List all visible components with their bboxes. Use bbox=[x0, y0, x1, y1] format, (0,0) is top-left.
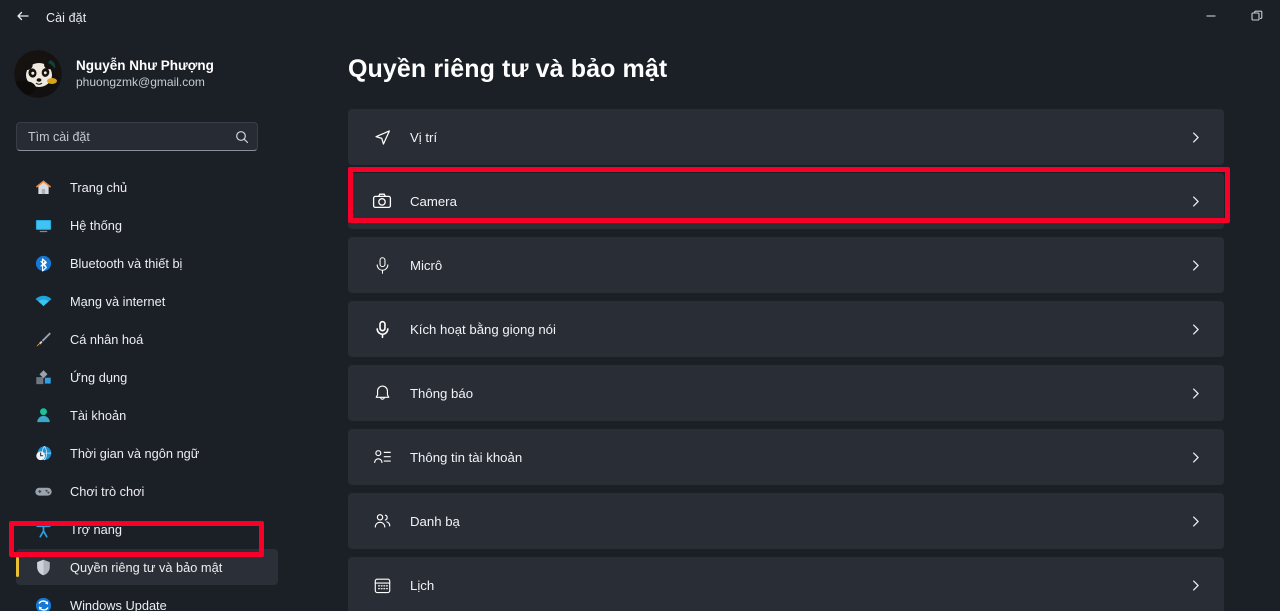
sidebar-item-label: Cá nhân hoá bbox=[70, 331, 144, 347]
settings-row-label: Thông báo bbox=[410, 385, 474, 401]
sidebar-item-ung-dung[interactable]: Ứng dụng bbox=[16, 359, 278, 395]
sidebar-item-label: Thời gian và ngôn ngữ bbox=[70, 445, 200, 461]
search-box[interactable] bbox=[16, 122, 258, 151]
person-icon bbox=[32, 404, 54, 426]
sidebar-item-quyen-rieng-tu-va-bao-mat[interactable]: Quyền riêng tư và bảo mật bbox=[16, 549, 278, 585]
settings-row-thong-tin-tai-khoan[interactable]: Thông tin tài khoản bbox=[348, 429, 1224, 485]
calendar-icon bbox=[370, 573, 394, 597]
main-content: Quyền riêng tư và bảo mật Vị trí Camera … bbox=[294, 36, 1280, 611]
sidebar-nav: Trang chủ Hệ thống Bluetooth và thiết bị… bbox=[0, 169, 294, 611]
location-arrow-icon bbox=[370, 125, 394, 149]
sidebar-item-label: Windows Update bbox=[70, 597, 167, 611]
sidebar-item-windows-update[interactable]: Windows Update bbox=[16, 587, 278, 611]
sidebar-item-tai-khoan[interactable]: Tài khoản bbox=[16, 397, 278, 433]
chevron-right-icon[interactable] bbox=[1189, 195, 1202, 208]
chevron-right-icon[interactable] bbox=[1189, 131, 1202, 144]
sidebar-item-ca-nhan-hoa[interactable]: Cá nhân hoá bbox=[16, 321, 278, 357]
search-input[interactable] bbox=[28, 129, 235, 144]
bluetooth-icon bbox=[32, 252, 54, 274]
shield-icon bbox=[32, 556, 54, 578]
paintbrush-icon bbox=[32, 328, 54, 350]
accessibility-icon bbox=[32, 518, 54, 540]
account-card[interactable]: Nguyễn Như Phượng phuongzmk@gmail.com bbox=[14, 46, 294, 102]
gamepad-icon bbox=[32, 480, 54, 502]
settings-row-label: Camera bbox=[410, 193, 457, 209]
account-info-icon bbox=[370, 445, 394, 469]
home-icon bbox=[32, 176, 54, 198]
settings-window: Cài đặt Nguyễn Như Phượng phuongzmk@gmai… bbox=[0, 0, 1280, 611]
settings-row-label: Lịch bbox=[410, 577, 435, 593]
account-email: phuongzmk@gmail.com bbox=[76, 75, 205, 90]
update-icon bbox=[32, 594, 54, 611]
apps-icon bbox=[32, 366, 54, 388]
chevron-right-icon[interactable] bbox=[1189, 451, 1202, 464]
sidebar-item-mang-internet[interactable]: Mạng và internet bbox=[16, 283, 278, 319]
chevron-right-icon[interactable] bbox=[1189, 387, 1202, 400]
sidebar-item-choi-tro-choi[interactable]: Chơi trò chơi bbox=[16, 473, 278, 509]
restore-button[interactable] bbox=[1234, 0, 1280, 36]
app-title: Cài đặt bbox=[46, 11, 87, 25]
panda-avatar-icon bbox=[14, 50, 62, 98]
back-button[interactable] bbox=[6, 3, 40, 33]
sidebar-item-label: Ứng dụng bbox=[70, 369, 128, 385]
settings-row-micro[interactable]: Micrô bbox=[348, 237, 1224, 293]
chevron-right-icon[interactable] bbox=[1189, 323, 1202, 336]
minimize-icon bbox=[1205, 9, 1217, 27]
sidebar: Nguyễn Như Phượng phuongzmk@gmail.com Tì… bbox=[0, 36, 294, 611]
monitor-icon bbox=[32, 214, 54, 236]
chevron-right-icon[interactable] bbox=[1189, 579, 1202, 592]
chevron-right-icon[interactable] bbox=[1189, 515, 1202, 528]
settings-row-vi-tri[interactable]: Vị trí bbox=[348, 109, 1224, 165]
sidebar-item-label: Chơi trò chơi bbox=[70, 483, 145, 499]
settings-row-label: Thông tin tài khoản bbox=[410, 449, 523, 465]
minimize-button[interactable] bbox=[1188, 0, 1234, 36]
settings-row-kich-hoat-bang-giong-noi[interactable]: Kích hoạt bằng giọng nói bbox=[348, 301, 1224, 357]
settings-row-lich[interactable]: Lịch bbox=[348, 557, 1224, 611]
settings-row-label: Micrô bbox=[410, 257, 443, 273]
microphone-icon bbox=[370, 253, 394, 277]
sidebar-item-label: Trang chủ bbox=[70, 179, 128, 195]
sidebar-item-bluetooth[interactable]: Bluetooth và thiết bị bbox=[16, 245, 278, 281]
settings-row-label: Danh bạ bbox=[410, 513, 460, 529]
back-arrow-icon bbox=[15, 8, 31, 29]
sidebar-item-label: Quyền riêng tư và bảo mật bbox=[70, 559, 223, 575]
sidebar-item-he-thong[interactable]: Hệ thống bbox=[16, 207, 278, 243]
title-bar: Cài đặt bbox=[0, 0, 1280, 36]
sidebar-item-thoi-gian-ngon-ngu[interactable]: Thời gian và ngôn ngữ bbox=[16, 435, 278, 471]
page-title: Quyền riêng tư và bảo mật bbox=[348, 55, 668, 83]
sidebar-item-label: Mạng và internet bbox=[70, 293, 166, 309]
account-name: Nguyễn Như Phượng bbox=[76, 57, 214, 73]
chevron-right-icon[interactable] bbox=[1189, 259, 1202, 272]
camera-icon bbox=[370, 189, 394, 213]
sidebar-item-label: Trợ năng bbox=[70, 521, 123, 537]
avatar bbox=[14, 50, 62, 98]
privacy-settings-list: Vị trí Camera Micrô Kích hoạt bằng giọng… bbox=[348, 109, 1224, 611]
search-container bbox=[16, 122, 258, 151]
window-controls bbox=[1188, 0, 1280, 36]
account-text: Nguyễn Như Phượng phuongzmk@gmail.com bbox=[76, 58, 214, 91]
settings-row-label: Vị trí bbox=[410, 129, 438, 145]
contacts-icon bbox=[370, 509, 394, 533]
restore-icon bbox=[1251, 9, 1263, 27]
sidebar-item-label: Bluetooth và thiết bị bbox=[70, 255, 183, 271]
sidebar-item-label: Hệ thống bbox=[70, 217, 122, 233]
settings-row-thong-bao[interactable]: Thông báo bbox=[348, 365, 1224, 421]
sidebar-item-tro-nang[interactable]: Trợ năng bbox=[16, 511, 278, 547]
settings-row-camera[interactable]: Camera bbox=[348, 173, 1224, 229]
wifi-icon bbox=[32, 290, 54, 312]
voice-activation-icon bbox=[370, 317, 394, 341]
settings-row-label: Kích hoạt bằng giọng nói bbox=[410, 321, 556, 337]
bell-icon bbox=[370, 381, 394, 405]
search-icon[interactable] bbox=[235, 130, 249, 144]
settings-row-danh-ba[interactable]: Danh bạ bbox=[348, 493, 1224, 549]
sidebar-item-trang-chu[interactable]: Trang chủ bbox=[16, 169, 278, 205]
clock-globe-icon bbox=[32, 442, 54, 464]
sidebar-item-label: Tài khoản bbox=[70, 407, 127, 423]
